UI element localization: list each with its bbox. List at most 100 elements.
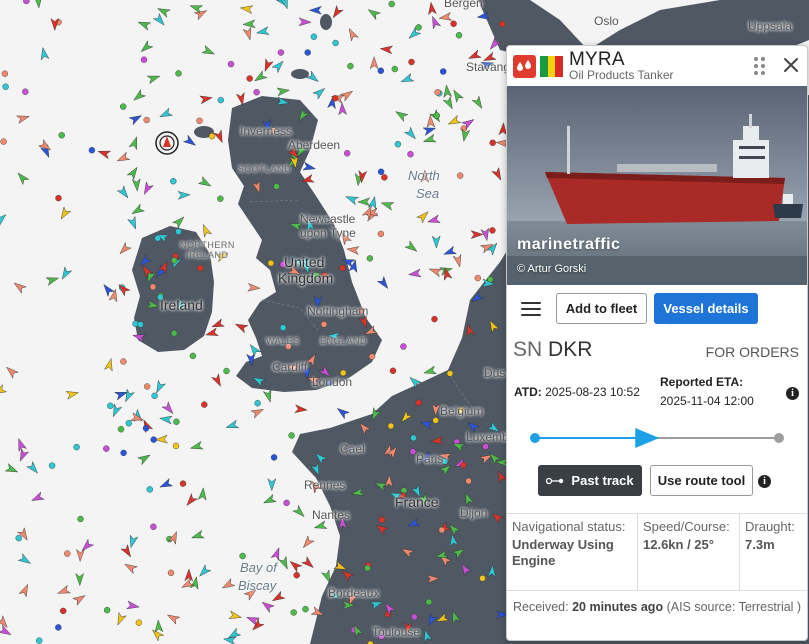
- anchored-vessel-marker[interactable]: [246, 75, 253, 82]
- moving-vessel-marker[interactable]: [56, 584, 71, 597]
- anchored-vessel-marker[interactable]: [170, 257, 178, 264]
- vessel-photo[interactable]: marinetraffic © Artur Gorski: [507, 86, 807, 285]
- anchored-vessel-marker[interactable]: [143, 383, 151, 390]
- moving-vessel-marker[interactable]: [369, 56, 379, 70]
- anchored-vessel-marker[interactable]: [140, 56, 148, 63]
- anchored-vessel-marker[interactable]: [48, 462, 56, 469]
- moving-vessel-marker[interactable]: [0, 212, 9, 227]
- anchored-vessel-marker[interactable]: [400, 343, 407, 350]
- anchored-vessel-marker[interactable]: [142, 425, 150, 432]
- moving-vessel-marker[interactable]: [294, 404, 308, 414]
- moving-vessel-marker[interactable]: [59, 266, 73, 281]
- moving-vessel-marker[interactable]: [65, 389, 80, 400]
- moving-vessel-marker[interactable]: [117, 241, 132, 256]
- moving-vessel-marker[interactable]: [452, 253, 463, 268]
- moving-vessel-marker[interactable]: [200, 223, 213, 238]
- anchored-vessel-marker[interactable]: [60, 607, 67, 615]
- anchored-vessel-marker[interactable]: [77, 515, 84, 523]
- anchored-vessel-marker[interactable]: [103, 445, 110, 452]
- anchored-vessel-marker[interactable]: [150, 436, 157, 443]
- moving-vessel-marker[interactable]: [122, 388, 135, 403]
- anchored-vessel-marker[interactable]: [489, 227, 496, 234]
- moving-vessel-marker[interactable]: [45, 274, 60, 286]
- anchored-vessel-marker[interactable]: [344, 150, 351, 157]
- anchored-vessel-marker[interactable]: [197, 265, 204, 272]
- anchored-vessel-marker[interactable]: [366, 255, 374, 262]
- anchored-vessel-marker[interactable]: [293, 572, 300, 579]
- anchored-vessel-marker[interactable]: [175, 228, 182, 235]
- anchored-vessel-marker[interactable]: [331, 95, 339, 102]
- anchored-vessel-marker[interactable]: [120, 449, 127, 457]
- moving-vessel-marker[interactable]: [442, 95, 456, 111]
- anchored-vessel-marker[interactable]: [460, 461, 467, 469]
- moving-vessel-marker[interactable]: [242, 19, 256, 29]
- anchored-vessel-marker[interactable]: [137, 321, 144, 328]
- anchored-vessel-marker[interactable]: [103, 606, 111, 614]
- anchored-vessel-marker[interactable]: [173, 418, 180, 425]
- moving-vessel-marker[interactable]: [154, 619, 164, 633]
- moving-vessel-marker[interactable]: [161, 401, 176, 416]
- moving-vessel-marker[interactable]: [184, 568, 194, 582]
- moving-vessel-marker[interactable]: [120, 543, 134, 559]
- moving-vessel-marker[interactable]: [429, 15, 442, 30]
- moving-vessel-marker[interactable]: [271, 58, 286, 74]
- anchored-vessel-marker[interactable]: [415, 399, 422, 406]
- moving-vessel-marker[interactable]: [431, 235, 441, 249]
- anchored-vessel-marker[interactable]: [410, 434, 417, 442]
- anchored-vessel-marker[interactable]: [201, 401, 208, 408]
- anchored-vessel-marker[interactable]: [391, 65, 398, 73]
- moving-vessel-marker[interactable]: [338, 102, 348, 116]
- anchored-vessel-marker[interactable]: [254, 400, 261, 407]
- moving-vessel-marker[interactable]: [18, 583, 31, 598]
- anchored-vessel-marker[interactable]: [273, 183, 280, 190]
- moving-vessel-marker[interactable]: [427, 1, 437, 16]
- anchored-vessel-marker[interactable]: [1, 70, 9, 77]
- moving-vessel-marker[interactable]: [346, 245, 360, 255]
- anchored-vessel-marker[interactable]: [277, 49, 285, 56]
- moving-vessel-marker[interactable]: [190, 529, 205, 541]
- moving-vessel-marker[interactable]: [130, 203, 146, 217]
- moving-vessel-marker[interactable]: [154, 434, 169, 444]
- moving-vessel-marker[interactable]: [270, 546, 283, 562]
- moving-vessel-marker[interactable]: [138, 40, 154, 55]
- moving-vessel-marker[interactable]: [302, 161, 317, 172]
- anchored-vessel-marker[interactable]: [302, 605, 309, 613]
- menu-icon[interactable]: [521, 301, 541, 317]
- moving-vessel-marker[interactable]: [225, 419, 240, 431]
- moving-vessel-marker[interactable]: [423, 365, 438, 377]
- anchored-vessel-marker[interactable]: [434, 89, 441, 96]
- moving-vessel-marker[interactable]: [210, 318, 226, 331]
- anchored-vessel-marker[interactable]: [125, 420, 133, 427]
- moving-vessel-marker[interactable]: [205, 327, 219, 339]
- anchored-vessel-marker[interactable]: [425, 598, 433, 606]
- moving-vessel-marker[interactable]: [115, 151, 131, 164]
- moving-vessel-marker[interactable]: [256, 26, 270, 37]
- anchored-vessel-marker[interactable]: [117, 426, 125, 433]
- moving-vessel-marker[interactable]: [126, 165, 140, 181]
- anchored-vessel-marker[interactable]: [378, 516, 385, 523]
- moving-vessel-marker[interactable]: [366, 6, 382, 21]
- moving-vessel-marker[interactable]: [210, 373, 225, 388]
- moving-vessel-marker[interactable]: [15, 170, 30, 186]
- moving-vessel-marker[interactable]: [446, 114, 462, 127]
- moving-vessel-marker[interactable]: [301, 556, 316, 571]
- moving-vessel-marker[interactable]: [262, 493, 277, 506]
- anchored-vessel-marker[interactable]: [55, 194, 62, 202]
- moving-vessel-marker[interactable]: [234, 321, 249, 334]
- moving-vessel-marker[interactable]: [267, 478, 277, 492]
- anchored-vessel-marker[interactable]: [388, 0, 395, 8]
- moving-vessel-marker[interactable]: [201, 44, 216, 58]
- moving-vessel-marker[interactable]: [137, 18, 152, 31]
- moving-vessel-marker[interactable]: [17, 553, 32, 567]
- moving-vessel-marker[interactable]: [101, 282, 115, 298]
- moving-vessel-marker[interactable]: [58, 206, 72, 221]
- moving-vessel-marker[interactable]: [404, 240, 419, 255]
- eta-info-icon[interactable]: i: [786, 387, 799, 400]
- anchored-vessel-marker[interactable]: [394, 140, 402, 148]
- moving-vessel-marker[interactable]: [182, 134, 197, 148]
- anchored-vessel-marker[interactable]: [64, 550, 71, 557]
- moving-vessel-marker[interactable]: [131, 178, 141, 192]
- moving-vessel-marker[interactable]: [422, 124, 437, 137]
- anchored-vessel-marker[interactable]: [482, 443, 489, 450]
- moving-vessel-marker[interactable]: [262, 388, 274, 404]
